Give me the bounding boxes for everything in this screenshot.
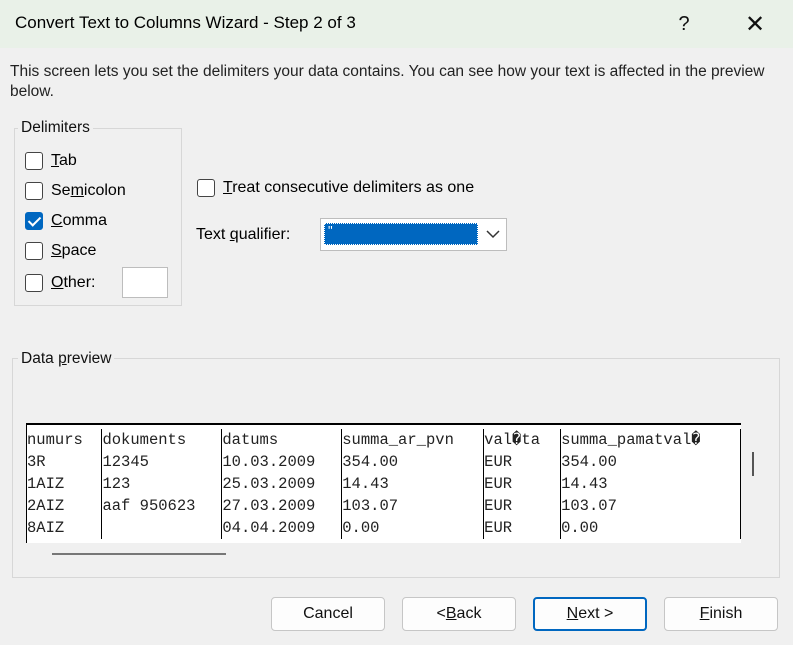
data-preview-pane[interactable]: numurs dokuments datums summa_ar_pvn val�ta s…: [26, 423, 741, 543]
tab-checkbox-box[interactable]: [25, 152, 43, 170]
preview-cell: 1AIZ: [27, 473, 103, 495]
help-icon: ?: [678, 12, 690, 35]
finish-button[interactable]: Finish: [664, 597, 778, 631]
preview-cell: 3R: [27, 451, 103, 473]
comma-label: Comma: [51, 212, 108, 229]
preview-cell: datums: [221, 429, 343, 451]
text-qualifier-select[interactable]: ": [320, 218, 507, 251]
preview-horizontal-scrollbar[interactable]: [52, 553, 226, 555]
preview-cell: EUR: [483, 517, 562, 539]
preview-cell: summa_ar_pvn: [341, 429, 485, 451]
comma-checkbox[interactable]: Comma: [25, 210, 107, 232]
other-checkbox-box[interactable]: [25, 274, 43, 292]
preview-cell: 103.07: [341, 495, 485, 517]
preview-cell: 103.07: [560, 495, 741, 517]
preview-row: numurs dokuments datums summa_ar_pvn val�ta s…: [27, 429, 741, 451]
intro-text: This screen lets you set the delimiters …: [10, 63, 765, 100]
semicolon-checkbox[interactable]: Semicolon: [25, 180, 126, 202]
space-checkbox[interactable]: Space: [25, 240, 96, 262]
preview-cell: 354.00: [341, 451, 485, 473]
preview-cell: 0.00: [341, 517, 485, 539]
preview-cell: 2AIZ: [27, 495, 103, 517]
window-title: Convert Text to Columns Wizard - Step 2 …: [15, 13, 356, 32]
preview-cell: 12345: [101, 451, 223, 473]
data-preview-label: Data preview: [18, 350, 115, 368]
comma-checkbox-box[interactable]: [25, 212, 43, 230]
preview-cell: numurs: [27, 429, 103, 451]
preview-row: 8AIZ 04.04.2009 0.00 EUR 0.00: [27, 517, 741, 539]
space-label: Space: [51, 242, 97, 259]
other-label: Other:: [51, 274, 96, 291]
preview-cell: val�ta: [483, 429, 562, 451]
preview-cell: 14.43: [560, 473, 741, 495]
preview-cell: dokuments: [101, 429, 223, 451]
semicolon-label: Semicolon: [51, 182, 126, 199]
preview-cell: EUR: [483, 495, 562, 517]
back-button[interactable]: < Back: [402, 597, 516, 631]
close-button[interactable]: ✕: [733, 6, 777, 42]
chevron-down-icon[interactable]: [479, 219, 506, 250]
text-qualifier-label: Text qualifier:: [196, 226, 291, 243]
other-checkbox[interactable]: Other:: [25, 272, 95, 294]
semicolon-checkbox-box[interactable]: [25, 182, 43, 200]
preview-cell: 14.43: [341, 473, 485, 495]
preview-row: 2AIZ aaf 950623 27.03.2009 103.07 EUR 103.07: [27, 495, 741, 517]
preview-cell: 8AIZ: [27, 517, 103, 539]
consecutive-checkbox[interactable]: Treat consecutive delimiters as one: [197, 177, 474, 199]
preview-cell: summa_pamatval�: [560, 429, 741, 451]
preview-cell: aaf 950623: [101, 495, 223, 517]
preview-row: 1AIZ 123 25.03.2009 14.43 EUR 14.43: [27, 473, 741, 495]
preview-cell: 0.00: [560, 517, 741, 539]
preview-cell: 354.00: [560, 451, 741, 473]
space-checkbox-box[interactable]: [25, 242, 43, 260]
delimiters-label: Delimiters: [18, 119, 93, 137]
preview-row: 3R 12345 10.03.2009 354.00 EUR 354.00: [27, 451, 741, 473]
next-button[interactable]: Next >: [533, 597, 647, 631]
data-preview-table: numurs dokuments datums summa_ar_pvn val�ta s…: [27, 429, 741, 539]
title-bar: Convert Text to Columns Wizard - Step 2 …: [0, 0, 793, 48]
preview-vertical-scrollbar[interactable]: [752, 452, 754, 476]
preview-cell: EUR: [483, 451, 562, 473]
text-qualifier-value: ": [324, 223, 478, 245]
consecutive-checkbox-box[interactable]: [197, 179, 215, 197]
preview-cell: 04.04.2009: [221, 517, 343, 539]
consecutive-label: Treat consecutive delimiters as one: [223, 179, 475, 196]
preview-cell: 27.03.2009: [221, 495, 343, 517]
preview-cell: 10.03.2009: [221, 451, 343, 473]
preview-cell: EUR: [483, 473, 562, 495]
tab-checkbox[interactable]: Tab: [25, 150, 77, 172]
other-delimiter-input[interactable]: [122, 267, 168, 298]
cancel-button[interactable]: Cancel: [271, 597, 385, 631]
preview-cell: 123: [101, 473, 223, 495]
help-button[interactable]: ?: [662, 6, 706, 42]
tab-label: Tab: [51, 152, 77, 169]
preview-cell: [101, 517, 223, 539]
close-icon: ✕: [744, 10, 766, 38]
preview-cell: 25.03.2009: [221, 473, 343, 495]
